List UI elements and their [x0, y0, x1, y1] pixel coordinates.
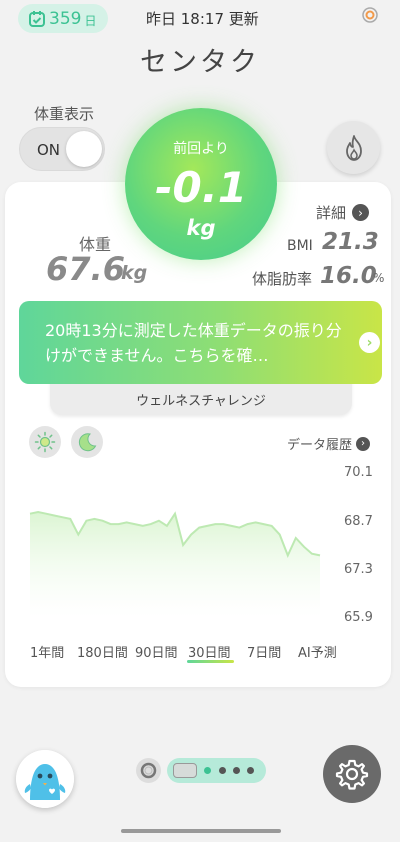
weight-area — [30, 512, 320, 618]
page-dot — [247, 767, 254, 774]
delta-unit: kg — [186, 216, 216, 240]
delta-label: 前回より — [173, 141, 229, 157]
gear-icon — [335, 759, 369, 790]
weight-display-toggle[interactable]: ON — [19, 127, 105, 171]
avatar[interactable] — [16, 750, 74, 808]
period-180d[interactable]: 180日間 — [77, 642, 128, 661]
calendar-check-icon — [29, 10, 45, 27]
period-ai-forecast[interactable]: AI予測 — [298, 642, 337, 661]
body-fat-value: 16.0 — [320, 263, 377, 289]
streak-count: 359 — [49, 8, 82, 29]
scale-icon — [173, 763, 197, 778]
challenge-label: ウェルネスチャレンジ — [136, 394, 266, 409]
arrow-right-icon: › — [359, 332, 380, 353]
banner-text: 20時13分に測定した体重データの振り分けができません。こちらを確… — [45, 321, 342, 365]
flame-button[interactable] — [327, 121, 380, 174]
body-fat-label: 体脂肪率 — [252, 270, 313, 288]
bmi-value: 21.3 — [322, 229, 379, 255]
moon-icon — [78, 433, 97, 452]
morning-mode-button[interactable] — [29, 426, 61, 458]
arrow-right-icon: › — [356, 436, 371, 451]
period-90d[interactable]: 90日間 — [135, 642, 178, 661]
y-tick-label: 70.1 — [344, 465, 373, 480]
period-30d[interactable]: 30日間 — [188, 642, 231, 661]
history-label: データ履歴 — [287, 438, 353, 453]
weight-change-circle: 前回より -0.1 kg — [125, 108, 277, 260]
settings-button[interactable] — [323, 745, 381, 803]
arrow-right-icon: › — [352, 204, 370, 221]
page-dot — [219, 767, 226, 774]
selected-period-indicator — [187, 660, 234, 663]
page-dot — [233, 767, 240, 774]
notice-banner[interactable]: 20時13分に測定した体重データの振り分けができません。こちらを確… › — [19, 301, 382, 384]
page-dot-active — [204, 767, 211, 774]
sun-icon — [34, 431, 56, 453]
streak-unit: 日 — [84, 13, 97, 28]
weight-unit: kg — [121, 262, 148, 284]
flame-icon — [345, 134, 362, 161]
data-history-link[interactable]: データ履歴 › — [287, 434, 371, 453]
detail-link[interactable]: 詳細 › — [316, 202, 370, 223]
weight-display-label: 体重表示 — [34, 105, 95, 123]
weight-value: 67.6 — [46, 250, 125, 288]
period-7d[interactable]: 7日間 — [247, 642, 281, 661]
ring-icon — [140, 762, 157, 779]
delta-value: -0.1 — [155, 163, 247, 212]
ring-button[interactable] — [136, 758, 161, 783]
mascot-icon — [16, 750, 74, 808]
toggle-knob — [66, 131, 102, 167]
page-indicator[interactable] — [167, 758, 266, 783]
page-title: センタク — [140, 47, 260, 78]
bmi-label: BMI — [287, 238, 313, 254]
toggle-state: ON — [37, 141, 61, 159]
y-tick-label: 67.3 — [344, 562, 373, 577]
night-mode-button[interactable] — [71, 426, 103, 458]
period-1y[interactable]: 1年間 — [30, 642, 64, 661]
home-indicator — [121, 829, 281, 833]
detail-label: 詳細 — [316, 204, 347, 222]
streak-badge[interactable]: 359 日 — [18, 4, 108, 33]
body-fat-unit: % — [373, 271, 385, 285]
last-updated: 昨日 18:17 更新 — [146, 10, 259, 28]
weight-trend-chart — [29, 510, 321, 618]
target-icon[interactable] — [361, 6, 379, 24]
y-tick-label: 65.9 — [344, 610, 373, 625]
period-selector: 1年間 180日間 90日間 30日間 7日間 AI予測 — [0, 642, 400, 668]
y-tick-label: 68.7 — [344, 514, 373, 529]
